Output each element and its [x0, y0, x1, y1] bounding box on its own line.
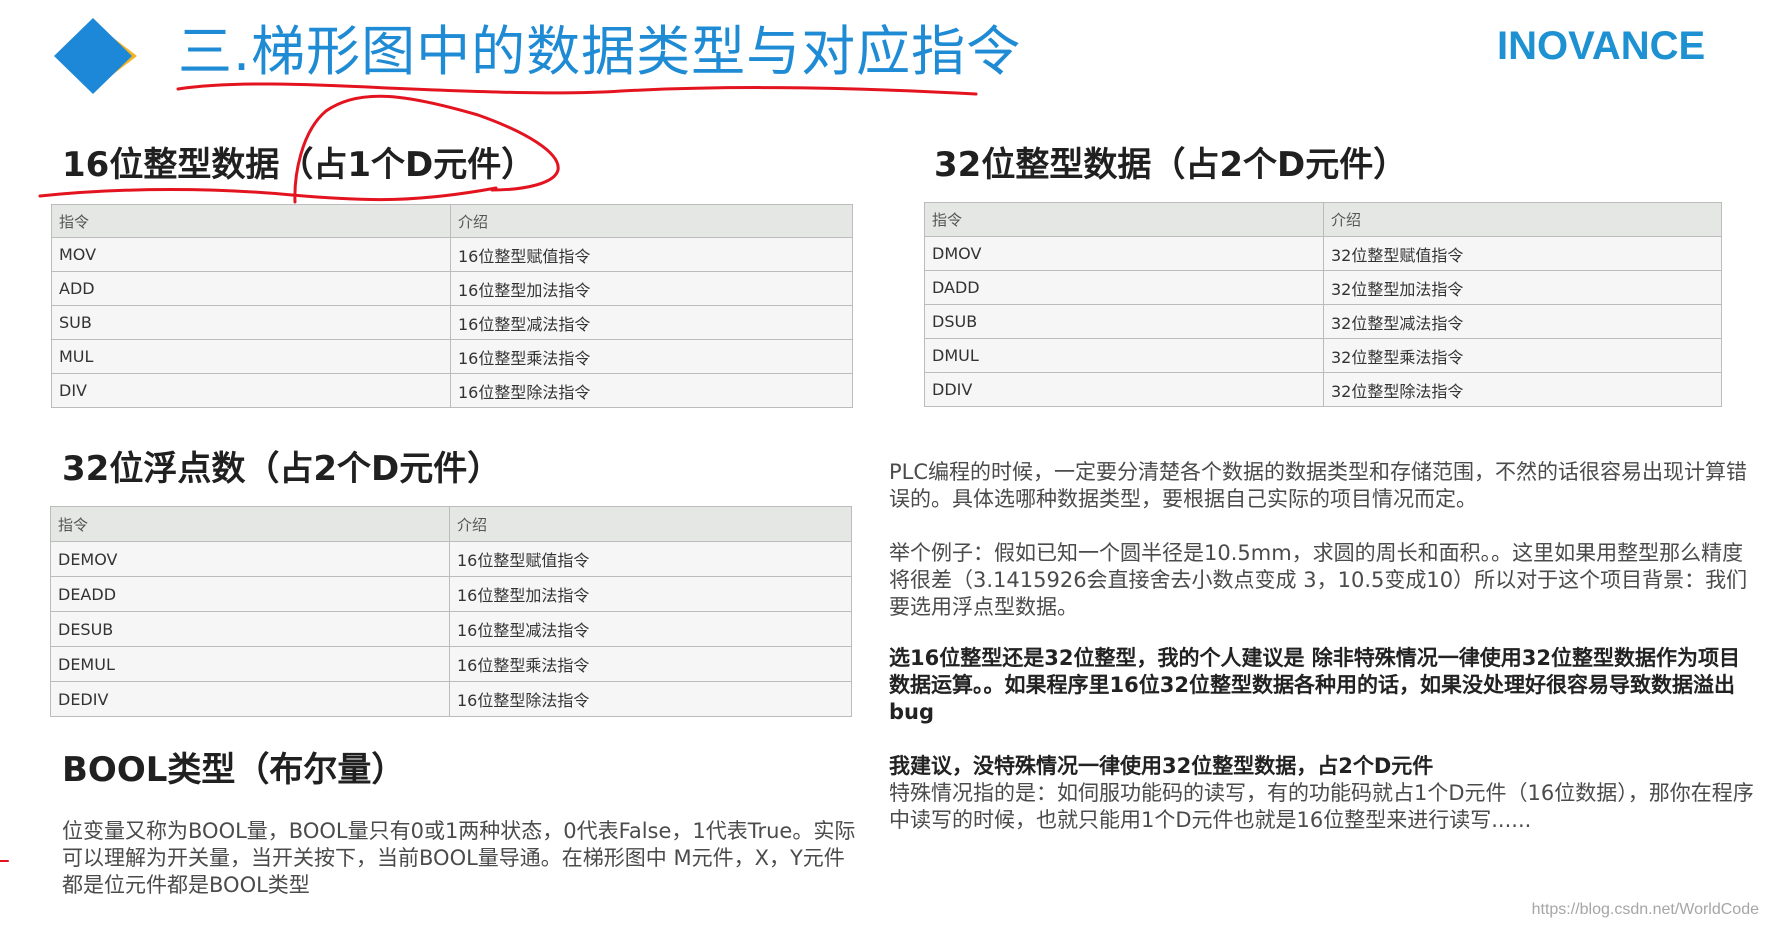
command-cell: DEADD: [50, 576, 450, 612]
table-header-command: 指令: [51, 204, 451, 238]
command-cell: DEDIV: [50, 681, 450, 717]
table-row: DDIV 32位整型除法指令: [924, 372, 1722, 407]
heading-underline-annotation: [38, 186, 498, 202]
description-cell: 32位整型加法指令: [1323, 270, 1722, 305]
float32-command-table: 指令 介绍 DEMOV 16位整型赋值指令 DEADD 16位整型加法指令 DESU…: [50, 506, 852, 717]
command-cell: DIV: [51, 373, 451, 408]
table-row: ADD 16位整型加法指令: [51, 271, 853, 306]
int32-section-title: 32位整型数据（占2个D元件）: [934, 145, 1408, 185]
table-row: DADD 32位整型加法指令: [924, 270, 1722, 305]
table-row: DEMUL 16位整型乘法指令: [50, 646, 852, 682]
description-cell: 32位整型减法指令: [1323, 304, 1722, 339]
command-cell: DMOV: [924, 236, 1324, 271]
table-row: DIV 16位整型除法指令: [51, 373, 853, 408]
note-paragraph-example: 举个例子：假如已知一个圆半径是10.5mm，求圆的周长和面积。。这里如果用整型那…: [889, 541, 1748, 619]
description-cell: 16位整型赋值指令: [450, 237, 853, 272]
table-row: DEADD 16位整型加法指令: [50, 576, 852, 612]
description-cell: 32位整型除法指令: [1323, 372, 1722, 407]
table-row: DEMOV 16位整型赋值指令: [50, 541, 852, 577]
table-header-description: 介绍: [450, 204, 853, 238]
bool-section-title: BOOL类型（布尔量）: [62, 750, 406, 790]
table-header-row: 指令 介绍: [50, 506, 852, 542]
command-cell: MUL: [51, 339, 451, 374]
description-cell: 16位整型加法指令: [450, 271, 853, 306]
table-header-row: 指令 介绍: [924, 202, 1722, 237]
note-paragraph-recommendation: 选16位整型还是32位整型，我的个人建议是 除非特殊情况一律使用32位整型数据作…: [889, 646, 1740, 724]
description-cell: 16位整型加法指令: [449, 576, 852, 612]
float32-section-title: 32位浮点数（占2个D元件）: [62, 449, 502, 489]
description-cell: 16位整型乘法指令: [450, 339, 853, 374]
table-row: SUB 16位整型减法指令: [51, 305, 853, 340]
brand-logo-text: INOVANCE: [1497, 24, 1706, 68]
description-cell: 32位整型赋值指令: [1323, 236, 1722, 271]
command-cell: DSUB: [924, 304, 1324, 339]
table-header-command: 指令: [924, 202, 1324, 237]
command-cell: DDIV: [924, 372, 1324, 407]
slide-title: 三.梯形图中的数据类型与对应指令: [178, 20, 1022, 83]
description-cell: 16位整型乘法指令: [449, 646, 852, 682]
command-cell: DADD: [924, 270, 1324, 305]
table-row: MOV 16位整型赋值指令: [51, 237, 853, 272]
int16-section-title: 16位整型数据（占1个D元件）: [62, 145, 536, 185]
table-row: DESUB 16位整型减法指令: [50, 611, 852, 647]
table-row: DMOV 32位整型赋值指令: [924, 236, 1722, 271]
int32-command-table: 指令 介绍 DMOV 32位整型赋值指令 DADD 32位整型加法指令 DSUB 32…: [924, 202, 1722, 407]
table-row: DMUL 32位整型乘法指令: [924, 338, 1722, 373]
description-cell: 16位整型减法指令: [450, 305, 853, 340]
command-cell: DEMUL: [50, 646, 450, 682]
source-watermark: https://blog.csdn.net/WorldCode: [1531, 901, 1759, 918]
note-paragraph-data-types: PLC编程的时候，一定要分清楚各个数据的数据类型和存储范围，不然的话很容易出现计…: [889, 460, 1748, 511]
command-cell: MOV: [51, 237, 451, 272]
bool-description: 位变量又称为BOOL量，BOOL量只有0或1两种状态，0代表False，1代表T…: [62, 819, 856, 897]
command-cell: SUB: [51, 305, 451, 340]
slide: 三.梯形图中的数据类型与对应指令 INOVANCE 16位整型数据（占1个D元件…: [0, 0, 1766, 936]
note-heading-suggestion: 我建议，没特殊情况一律使用32位整型数据，占2个D元件: [889, 754, 1434, 778]
table-header-description: 介绍: [1323, 202, 1722, 237]
description-cell: 16位整型赋值指令: [449, 541, 852, 577]
table-row: DEDIV 16位整型除法指令: [50, 681, 852, 717]
command-cell: DEMOV: [50, 541, 450, 577]
inovance-diamond-logo-icon: [54, 18, 137, 94]
table-row: DSUB 32位整型减法指令: [924, 304, 1722, 339]
table-row: MUL 16位整型乘法指令: [51, 339, 853, 374]
command-cell: DESUB: [50, 611, 450, 647]
command-cell: DMUL: [924, 338, 1324, 373]
logo-blue-diamond-icon: [54, 18, 132, 94]
table-header-row: 指令 介绍: [51, 204, 853, 238]
description-cell: 16位整型除法指令: [449, 681, 852, 717]
table-header-description: 介绍: [449, 506, 852, 542]
table-header-command: 指令: [50, 506, 450, 542]
note-paragraph-special-cases: 特殊情况指的是：如伺服功能码的读写，有的功能码就占1个D元件（16位数据），那你…: [889, 781, 1754, 832]
description-cell: 16位整型除法指令: [450, 373, 853, 408]
int16-command-table: 指令 介绍 MOV 16位整型赋值指令 ADD 16位整型加法指令 SUB 16位整型…: [51, 204, 853, 408]
description-cell: 32位整型乘法指令: [1323, 338, 1722, 373]
description-cell: 16位整型减法指令: [449, 611, 852, 647]
command-cell: ADD: [51, 271, 451, 306]
